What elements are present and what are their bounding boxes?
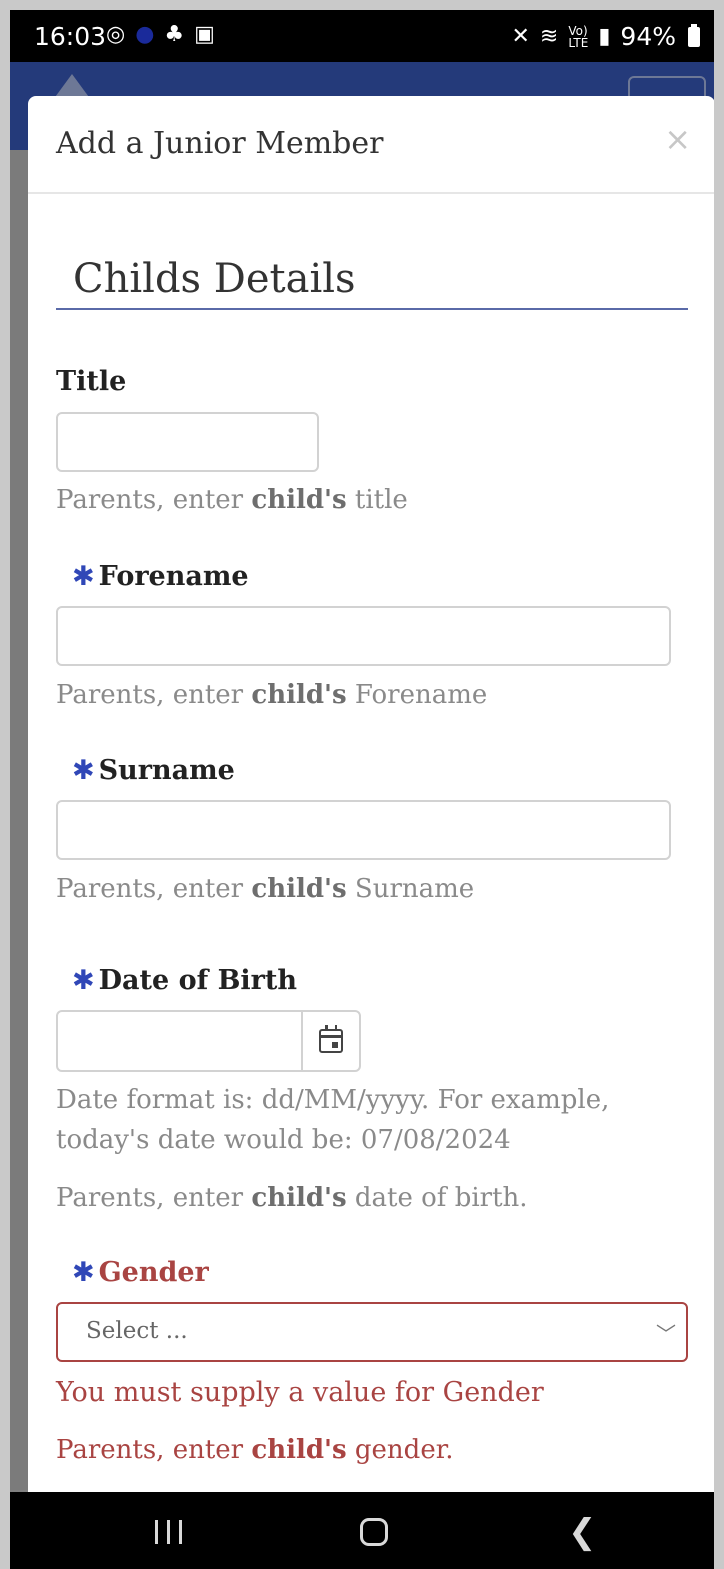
dob-input-group (56, 1010, 361, 1072)
help-bold: child's (251, 1183, 347, 1213)
close-button[interactable]: × (664, 120, 691, 158)
dob-help: Parents, enter child's date of birth. (56, 1178, 528, 1218)
gender-error: You must supply a value for Gender (56, 1377, 544, 1408)
gender-label: ✱ Gender (56, 1257, 209, 1288)
screen: 16:03 ◎ ● ♣ ▣ ✕ ≋ Vo) LTE ▮ 94% Add a Jun… (10, 10, 714, 1569)
dob-label-text: Date of Birth (98, 965, 298, 996)
title-input[interactable] (56, 412, 319, 472)
help-suffix: title (346, 485, 408, 515)
battery-icon (688, 23, 700, 47)
modal-title: Add a Junior Member (56, 126, 384, 161)
recents-button[interactable] (155, 1520, 182, 1544)
help-prefix: Parents, enter (56, 1183, 252, 1213)
required-asterisk-icon: ✱ (72, 755, 95, 786)
dob-format-line1: Date format is: dd/MM/yyyy. For example, (56, 1085, 610, 1115)
modal-header: Add a Junior Member × (28, 96, 714, 194)
gender-help: Parents, enter child's gender. (56, 1430, 454, 1470)
gender-label-text: Gender (98, 1257, 209, 1288)
back-button[interactable]: ❮ (568, 1512, 597, 1552)
help-suffix: gender. (346, 1435, 454, 1465)
notification-icons: ◎ ● ♣ ▣ (106, 22, 215, 48)
mute-icon: ✕ (511, 23, 530, 49)
surname-help: Parents, enter child's Surname (56, 869, 474, 909)
chevron-down-icon: ﹀ (656, 1322, 676, 1346)
dob-label: ✱ Date of Birth (56, 965, 297, 996)
help-prefix: Parents, enter (56, 680, 252, 710)
section-title: Childs Details (56, 256, 688, 310)
forename-help: Parents, enter child's Forename (56, 675, 487, 715)
forename-label-text: Forename (98, 561, 249, 592)
messenger-icon: ● (135, 22, 155, 47)
status-time: 16:03 (34, 22, 107, 51)
battery-percentage: 94% (620, 22, 676, 51)
system-nav-bar: ❮ (10, 1492, 714, 1569)
dob-format-hint: Date format is: dd/MM/yyyy. For example,… (56, 1080, 609, 1160)
help-prefix: Parents, enter (56, 485, 252, 515)
gender-select-value: Select ... (86, 1318, 188, 1344)
required-asterisk-icon: ✱ (72, 965, 95, 996)
surname-label: ✱ Surname (56, 755, 235, 786)
help-bold: child's (251, 485, 347, 515)
required-asterisk-icon: ✱ (72, 561, 95, 592)
signal-icon: ▮ (598, 23, 611, 49)
add-junior-member-modal: Add a Junior Member × Childs Details Tit… (28, 96, 714, 1496)
forename-label: ✱ Forename (56, 561, 249, 592)
surname-label-text: Surname (98, 755, 235, 786)
calendar-button[interactable] (301, 1012, 359, 1070)
dob-format-line2: today's date would be: 07/08/2024 (56, 1125, 511, 1155)
help-suffix: date of birth. (346, 1183, 528, 1213)
dob-input[interactable] (58, 1012, 303, 1070)
gender-select[interactable]: Select ... ﹀ (56, 1302, 688, 1362)
home-button[interactable] (360, 1518, 388, 1546)
wifi-icon: ≋ (539, 23, 559, 49)
status-bar: 16:03 ◎ ● ♣ ▣ ✕ ≋ Vo) LTE ▮ 94% (10, 10, 714, 62)
help-bold: child's (251, 680, 347, 710)
system-icons: ✕ ≋ Vo) LTE ▮ 94% (511, 22, 700, 51)
calendar-icon (319, 1025, 343, 1053)
help-prefix: Parents, enter (56, 1435, 252, 1465)
help-suffix: Surname (346, 874, 475, 904)
gallery-icon: ▣ (194, 22, 215, 47)
help-prefix: Parents, enter (56, 874, 252, 904)
whatsapp-icon: ◎ (106, 22, 126, 47)
notification-icon: ♣ (164, 22, 185, 47)
help-suffix: Forename (346, 680, 488, 710)
title-help: Parents, enter child's title (56, 480, 408, 520)
title-label: Title (56, 366, 126, 397)
required-asterisk-icon: ✱ (72, 1257, 95, 1288)
title-label-text: Title (56, 366, 127, 397)
forename-input[interactable] (56, 606, 671, 666)
help-bold: child's (251, 874, 347, 904)
surname-input[interactable] (56, 800, 671, 860)
volte-icon: Vo) LTE (568, 23, 589, 50)
help-bold: child's (251, 1435, 347, 1465)
